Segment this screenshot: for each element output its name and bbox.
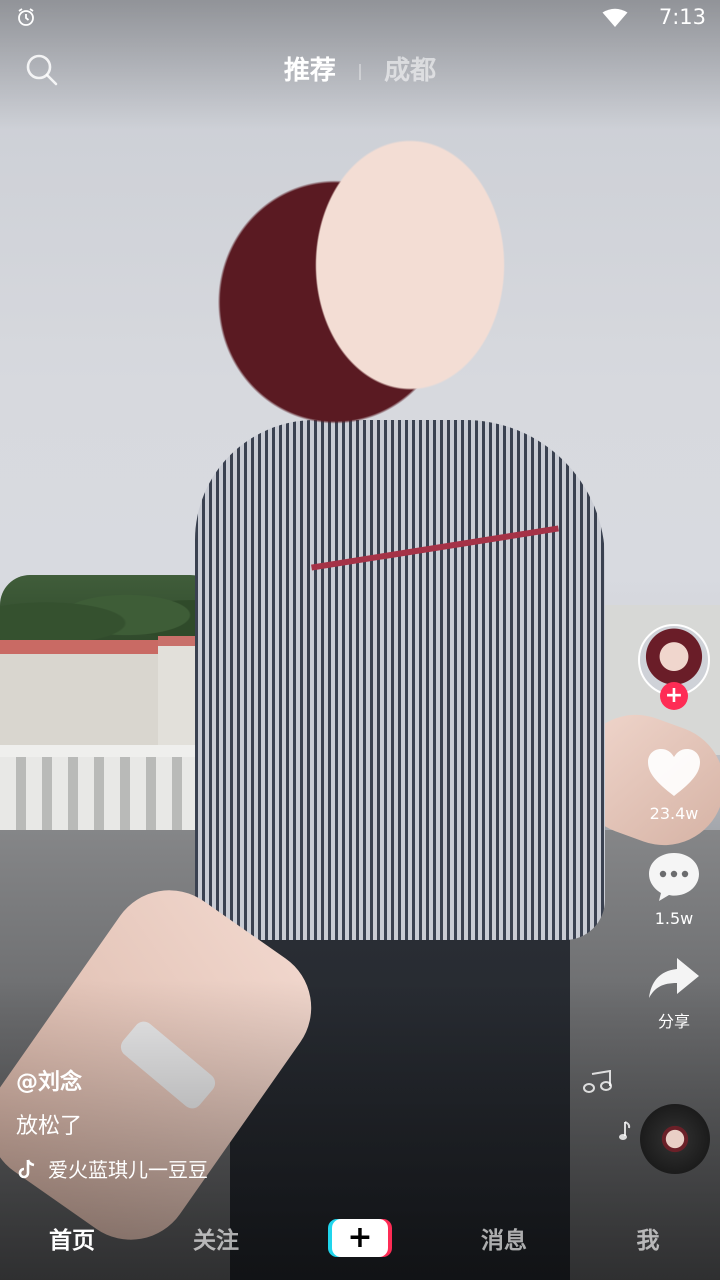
comment-count: 1.5w [654,909,694,928]
like-count: 23.4w [649,804,699,823]
music-note-icon [618,1120,632,1148]
share-icon [649,958,699,998]
alarm-icon [16,7,36,32]
like-button[interactable]: 23.4w [636,748,712,823]
tab-divider [359,63,361,80]
share-label: 分享 [657,1012,690,1031]
wifi-icon [602,8,628,33]
action-column: + 23.4w 1.5w 分享 [636,624,712,1032]
author-name[interactable]: @刘念 [16,1064,208,1096]
top-tabs: 推荐 成都 [0,50,720,87]
nav-home[interactable]: 首页 [0,1221,144,1255]
nav-me[interactable]: 我 [576,1221,720,1255]
video-description: 放松了 [16,1114,83,1139]
create-button[interactable]: + [332,1219,388,1257]
music-note-icon [582,1069,614,1100]
tab-recommend[interactable]: 推荐 [278,50,342,87]
nav-create[interactable]: + [288,1219,432,1257]
person-shirt [195,420,605,940]
status-time: 7:13 [658,5,706,29]
status-bar: 7:13 [0,0,720,36]
music-disc[interactable] [640,1104,710,1174]
tab-city[interactable]: 成都 [378,50,442,87]
video-caption: @刘念 放松了 爱火蓝琪儿一豆豆 [16,1064,208,1183]
person-face [300,120,520,410]
author-avatar-group: + [638,624,710,710]
heart-icon [648,749,700,796]
music-info[interactable]: 爱火蓝琪儿一豆豆 [16,1154,208,1183]
tiktok-note-icon [18,1159,35,1178]
follow-button[interactable]: + [660,682,688,710]
bottom-nav: 首页 关注 + 消息 我 [0,1196,720,1280]
share-button[interactable]: 分享 [636,956,712,1032]
nav-following[interactable]: 关注 [144,1221,288,1255]
nav-messages[interactable]: 消息 [432,1221,576,1255]
comment-button[interactable]: 1.5w [636,851,712,928]
comment-icon [649,853,699,901]
music-title: 爱火蓝琪儿一豆豆 [48,1158,208,1182]
video-screen[interactable]: 7:13 推荐 成都 + 23.4w 1.5w 分享 @刘念 放松了 爱火蓝琪儿… [0,0,720,1280]
